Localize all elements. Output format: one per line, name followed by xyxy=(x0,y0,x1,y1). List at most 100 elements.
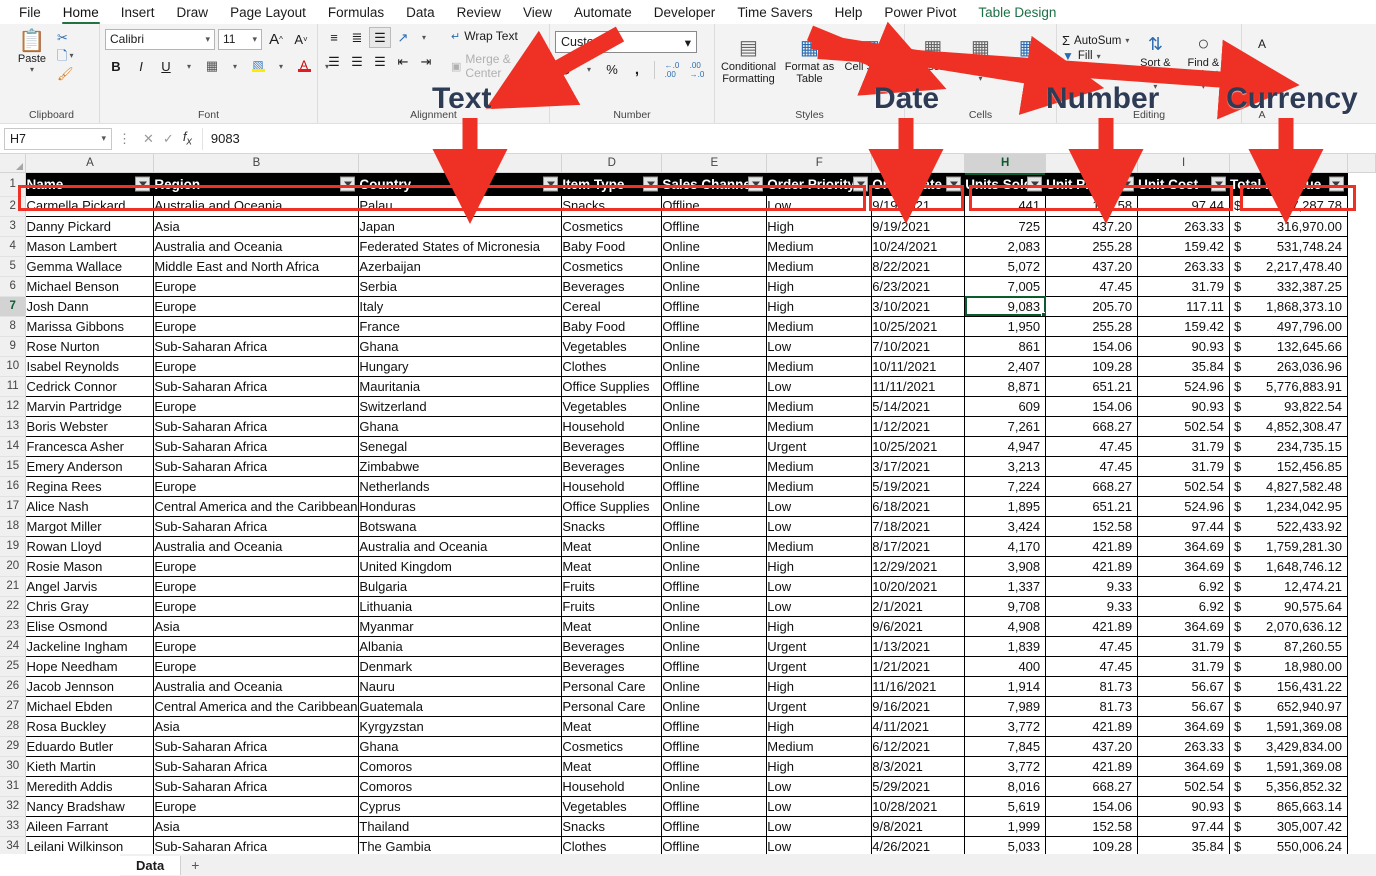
cell-r3-c2[interactable]: Japan xyxy=(358,216,563,237)
column-header-g[interactable]: G xyxy=(871,154,966,173)
column-header-c[interactable]: C xyxy=(358,154,563,173)
cell-r20-c2[interactable]: United Kingdom xyxy=(358,556,563,577)
cell-r22-c9[interactable]: 6.92 xyxy=(1137,596,1231,617)
row-header-1[interactable]: 1 xyxy=(0,172,27,197)
cell-r11-c5[interactable]: Low xyxy=(766,376,873,397)
format-cells-button[interactable]: ▦ Format ▾ xyxy=(1005,35,1051,85)
cell-r5-c10[interactable]: $2,217,478.40 xyxy=(1229,256,1348,277)
cell-r21-c5[interactable]: Low xyxy=(766,576,873,597)
fill-color-dropdown[interactable]: ▾ xyxy=(272,56,290,77)
row-header-5[interactable]: 5 xyxy=(0,256,27,277)
cell-r16-c2[interactable]: Netherlands xyxy=(358,476,563,497)
cell-r26-c6[interactable]: 11/16/2021 xyxy=(871,676,966,697)
cell-r20-c10[interactable]: $1,648,746.12 xyxy=(1229,556,1348,577)
cell-r26-c7[interactable]: 1,914 xyxy=(964,676,1047,697)
tab-view[interactable]: View xyxy=(512,3,563,24)
cell-r27-c5[interactable]: Urgent xyxy=(766,696,873,717)
cell-r17-c5[interactable]: Low xyxy=(766,496,873,517)
cell-r16-c1[interactable]: Europe xyxy=(153,476,360,497)
cell-r8-c9[interactable]: 159.42 xyxy=(1137,316,1231,337)
row-header-29[interactable]: 29 xyxy=(0,736,27,757)
cell-r2-c3[interactable]: Snacks xyxy=(561,196,663,217)
cell-r24-c7[interactable]: 1,839 xyxy=(964,636,1047,657)
cell-r17-c6[interactable]: 6/18/2021 xyxy=(871,496,966,517)
cell-r6-c2[interactable]: Serbia xyxy=(358,276,563,297)
cell-r15-c2[interactable]: Zimbabwe xyxy=(358,456,563,477)
comma-format-button[interactable]: , xyxy=(626,59,648,80)
paste-button[interactable]: 📋 Paste ▾ xyxy=(9,27,55,75)
cell-r14-c10[interactable]: $234,735.15 xyxy=(1229,436,1348,457)
cell-r19-c5[interactable]: Medium xyxy=(766,536,873,557)
cell-r4-c9[interactable]: 159.42 xyxy=(1137,236,1231,257)
align-left-button[interactable]: ☰ xyxy=(323,51,345,72)
cell-r6-c8[interactable]: 47.45 xyxy=(1045,276,1139,297)
cell-r34-c2[interactable]: The Gambia xyxy=(358,836,563,857)
cell-r7-c6[interactable]: 3/10/2021 xyxy=(871,296,966,317)
cell-r4-c7[interactable]: 2,083 xyxy=(964,236,1047,257)
cell-r2-c2[interactable]: Palau xyxy=(358,196,563,217)
cell-r22-c2[interactable]: Lithuania xyxy=(358,596,563,617)
row-header-6[interactable]: 6 xyxy=(0,276,27,297)
cell-r34-c1[interactable]: Sub-Saharan Africa xyxy=(153,836,360,857)
cell-r14-c2[interactable]: Senegal xyxy=(358,436,563,457)
cell-r15-c6[interactable]: 3/17/2021 xyxy=(871,456,966,477)
currency-dropdown[interactable]: ▾ xyxy=(580,59,598,80)
cell-r25-c3[interactable]: Beverages xyxy=(561,656,663,677)
row-header-8[interactable]: 8 xyxy=(0,316,27,337)
row-header-30[interactable]: 30 xyxy=(0,756,27,777)
cell-r26-c1[interactable]: Australia and Oceania xyxy=(153,676,360,697)
cell-r19-c7[interactable]: 4,170 xyxy=(964,536,1047,557)
cell-r19-c1[interactable]: Australia and Oceania xyxy=(153,536,360,557)
cell-r13-c0[interactable]: Boris Webster xyxy=(25,416,155,437)
cell-r22-c3[interactable]: Fruits xyxy=(561,596,663,617)
tab-draw[interactable]: Draw xyxy=(166,3,220,24)
table-row[interactable]: 23 Elise Osmond Asia Myanmar Meat Online High 9… xyxy=(0,616,1376,637)
cell-r9-c0[interactable]: Rose Nurton xyxy=(25,336,155,357)
row-header-25[interactable]: 25 xyxy=(0,656,27,677)
align-middle-button[interactable]: ≣ xyxy=(346,27,368,48)
cell-r24-c9[interactable]: 31.79 xyxy=(1137,636,1231,657)
cell-r18-c5[interactable]: Low xyxy=(766,516,873,537)
cell-r15-c1[interactable]: Sub-Saharan Africa xyxy=(153,456,360,477)
cell-r22-c10[interactable]: $90,575.64 xyxy=(1229,596,1348,617)
cell-r25-c0[interactable]: Hope Needham xyxy=(25,656,155,677)
cell-r13-c9[interactable]: 502.54 xyxy=(1137,416,1231,437)
cell-r23-c7[interactable]: 4,908 xyxy=(964,616,1047,637)
cell-r7-c7[interactable]: 9,083 xyxy=(964,296,1047,317)
table-row[interactable]: 33 Aileen Farrant Asia Thailand Snacks Offlin… xyxy=(0,816,1376,837)
cell-r8-c10[interactable]: $497,796.00 xyxy=(1229,316,1348,337)
table-header-total-revenue[interactable]: Total Revenue xyxy=(1229,172,1348,196)
cell-r34-c3[interactable]: Clothes xyxy=(561,836,663,857)
cell-r32-c7[interactable]: 5,619 xyxy=(964,796,1047,817)
cell-r28-c1[interactable]: Asia xyxy=(153,716,360,737)
cell-r8-c6[interactable]: 10/25/2021 xyxy=(871,316,966,337)
cell-r15-c10[interactable]: $152,456.85 xyxy=(1229,456,1348,477)
row-header-20[interactable]: 20 xyxy=(0,556,27,577)
cell-r20-c9[interactable]: 364.69 xyxy=(1137,556,1231,577)
cell-r28-c8[interactable]: 421.89 xyxy=(1045,716,1139,737)
cell-r17-c9[interactable]: 524.96 xyxy=(1137,496,1231,517)
tab-page-layout[interactable]: Page Layout xyxy=(219,3,317,24)
cell-r24-c10[interactable]: $87,260.55 xyxy=(1229,636,1348,657)
filter-dropdown-order-date[interactable] xyxy=(946,176,962,192)
cell-r12-c2[interactable]: Switzerland xyxy=(358,396,563,417)
cell-r29-c2[interactable]: Ghana xyxy=(358,736,563,757)
cell-r4-c5[interactable]: Medium xyxy=(766,236,873,257)
cell-r33-c7[interactable]: 1,999 xyxy=(964,816,1047,837)
formula-input[interactable]: 9083 xyxy=(201,127,1372,150)
cell-r6-c4[interactable]: Online xyxy=(661,276,768,297)
cell-r30-c7[interactable]: 3,772 xyxy=(964,756,1047,777)
conditional-formatting-button[interactable]: ▤ Conditional Formatting xyxy=(720,35,777,85)
cell-r28-c5[interactable]: High xyxy=(766,716,873,737)
cell-r10-c5[interactable]: Medium xyxy=(766,356,873,377)
cell-r5-c8[interactable]: 437.20 xyxy=(1045,256,1139,277)
column-header-a[interactable]: A xyxy=(25,154,155,173)
cell-r25-c1[interactable]: Europe xyxy=(153,656,360,677)
cell-r18-c3[interactable]: Snacks xyxy=(561,516,663,537)
format-painter-icon[interactable]: 🖌 xyxy=(57,66,74,81)
row-header-19[interactable]: 19 xyxy=(0,536,27,557)
cell-r11-c9[interactable]: 524.96 xyxy=(1137,376,1231,397)
cell-r26-c9[interactable]: 56.67 xyxy=(1137,676,1231,697)
cell-r27-c3[interactable]: Personal Care xyxy=(561,696,663,717)
column-header-k[interactable]: K xyxy=(1229,154,1348,173)
